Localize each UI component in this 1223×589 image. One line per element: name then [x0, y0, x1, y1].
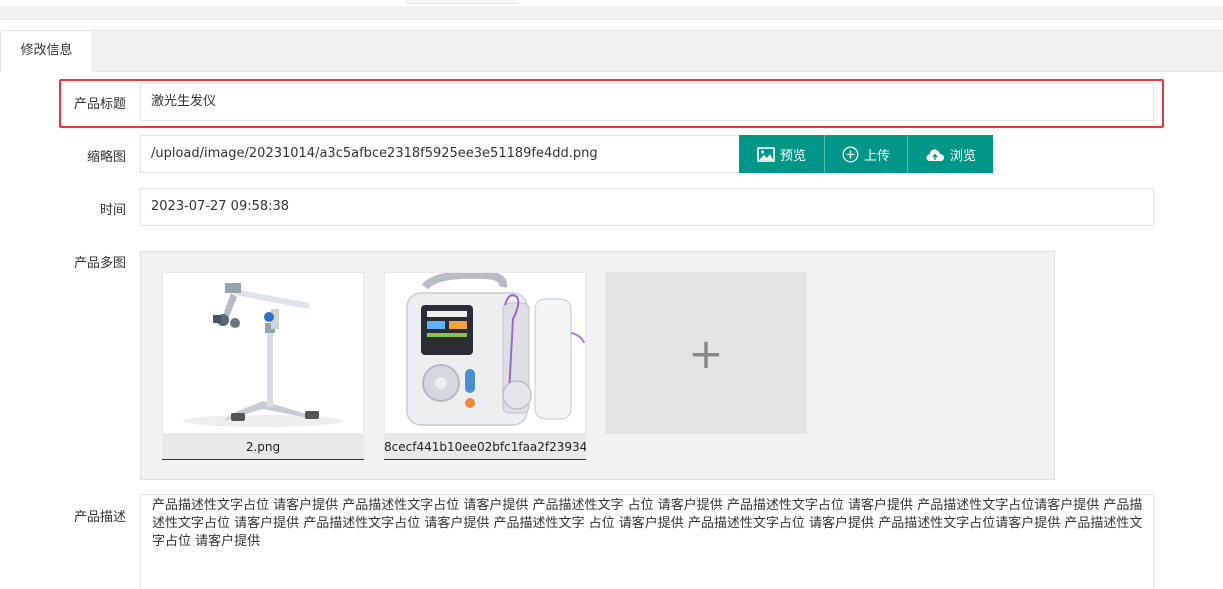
time-label: 时间: [99, 203, 126, 218]
browse-button-label: 浏览: [949, 148, 976, 164]
gallery-item[interactable]: 8cecf441b10ee02bfc1faa2f239349de: [384, 272, 586, 460]
infusion-device-image: [384, 272, 586, 434]
preview-button[interactable]: 预览: [739, 135, 825, 173]
thumbnail-path-input[interactable]: /upload/image/20231014/a3c5afbce2318f592…: [140, 135, 740, 173]
highlight-box: [59, 79, 1164, 128]
top-strip: [0, 0, 1223, 20]
gallery-label: 产品多图: [73, 256, 126, 271]
image-icon: [757, 146, 775, 162]
gallery-item-name: 8cecf441b10ee02bfc1faa2f239349de: [384, 434, 586, 460]
plus-circle-icon: [842, 146, 859, 163]
description-label: 产品描述: [73, 510, 126, 525]
gallery-item[interactable]: 2.png: [162, 272, 364, 460]
time-input[interactable]: 2023-07-27 09:58:38: [140, 188, 1154, 226]
preview-button-label: 预览: [779, 148, 806, 164]
gallery-item-name: 2.png: [162, 434, 364, 460]
microscope-image: [162, 272, 364, 434]
browse-button[interactable]: 浏览: [908, 135, 993, 173]
description-textarea[interactable]: 产品描述性文字占位 请客户提供 产品描述性文字占位 请客户提供 产品描述性文字 …: [140, 494, 1154, 589]
add-image-button[interactable]: +: [605, 272, 807, 434]
plus-icon: +: [688, 328, 724, 378]
top-strip-bar: [0, 0, 1223, 6]
cloud-icon: [925, 147, 945, 162]
top-strip-tab: [405, 0, 517, 4]
gallery-panel: 2.png 8cecf441b10ee02bfc1faa2f2393 +: [140, 251, 1055, 480]
upload-button-label: 上传: [863, 148, 890, 164]
tab-bar: 修改信息: [0, 30, 1223, 72]
thumbnail-label: 缩略图: [86, 150, 126, 165]
upload-button[interactable]: 上传: [825, 135, 908, 173]
thumbnail-button-group: 预览 上传 浏览: [739, 135, 993, 173]
tab-edit-info[interactable]: 修改信息: [0, 30, 93, 72]
